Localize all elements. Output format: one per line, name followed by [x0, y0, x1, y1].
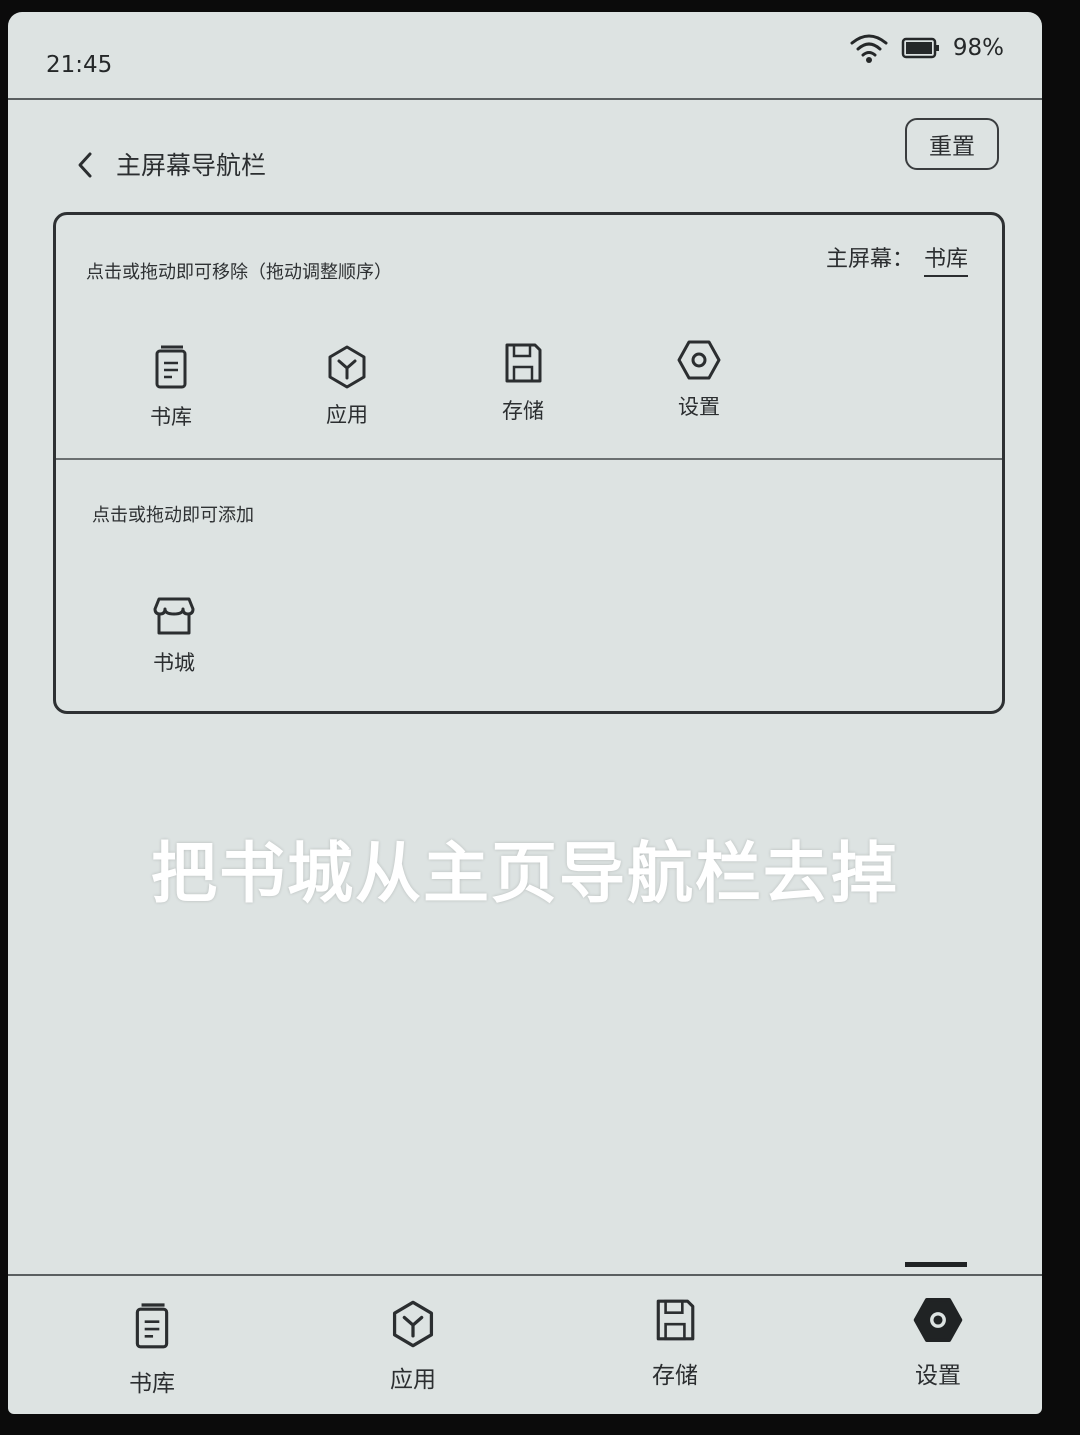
- hex-gear-icon: [677, 340, 721, 380]
- home-screen-label: 主屏幕：: [825, 247, 914, 272]
- current-item-label: 书库: [150, 405, 192, 429]
- status-time: 21:45: [46, 52, 113, 78]
- overlay-caption: 把书城从主页导航栏去掉: [151, 835, 899, 912]
- nav-config-panel: 点击或拖动即可移除（拖动调整顺序） 主屏幕： 书库 书库 应用 存储 设置 点击…: [53, 212, 1005, 714]
- wifi-icon: [850, 34, 888, 63]
- active-tab-indicator: [905, 1262, 967, 1267]
- app-cube-icon: [392, 1300, 434, 1348]
- status-divider: [8, 98, 1042, 100]
- bottom-nav-settings[interactable]: 设置: [878, 1294, 998, 1390]
- bottom-nav-label: 设置: [915, 1363, 961, 1389]
- current-item-app[interactable]: 应用: [292, 343, 402, 429]
- bottom-nav-book[interactable]: 书库: [92, 1302, 212, 1398]
- current-item-storage[interactable]: 存储: [468, 339, 578, 425]
- reset-button[interactable]: 重置: [905, 118, 999, 170]
- bottom-nav-divider: [8, 1274, 1042, 1276]
- app-cube-icon: [328, 345, 366, 389]
- bottom-nav-label: 书库: [129, 1371, 175, 1397]
- floppy-icon: [656, 1299, 695, 1341]
- home-screen-value[interactable]: 书库: [923, 241, 968, 277]
- available-item-store[interactable]: 书城: [119, 593, 229, 677]
- battery-icon: [901, 37, 939, 59]
- current-item-label: 应用: [326, 403, 368, 427]
- remove-hint: 点击或拖动即可移除（拖动调整顺序）: [86, 262, 392, 283]
- bottom-nav-storage[interactable]: 存储: [615, 1294, 735, 1390]
- store-icon: [153, 597, 195, 635]
- bottom-nav-app[interactable]: 应用: [353, 1298, 473, 1394]
- home-screen-setting: 主屏幕： 书库: [826, 241, 968, 277]
- book-icon: [135, 1303, 169, 1349]
- panel-divider: [56, 458, 1002, 460]
- chevron-left-icon[interactable]: [70, 148, 100, 182]
- current-item-label: 存储: [502, 399, 544, 423]
- bottom-nav-label: 存储: [652, 1363, 698, 1389]
- current-item-book[interactable]: 书库: [116, 345, 226, 431]
- page-title: 主屏幕导航栏: [116, 151, 267, 180]
- status-indicators: 98%: [849, 32, 1004, 64]
- available-item-label: 书城: [153, 651, 195, 675]
- current-item-settings[interactable]: 设置: [644, 337, 754, 421]
- current-item-label: 设置: [678, 395, 720, 419]
- device-screen: 21:45 98% 主屏幕导航栏 重置 点击或拖动即可移除（拖动调整顺序） 主屏…: [8, 12, 1042, 1414]
- status-bar: 21:45 98%: [8, 12, 1042, 98]
- book-icon: [155, 345, 187, 389]
- add-hint: 点击或拖动即可添加: [92, 505, 254, 526]
- battery-percent: 98%: [952, 35, 1004, 61]
- floppy-icon: [505, 343, 542, 383]
- hex-gear-icon: [913, 1297, 963, 1343]
- bottom-nav-label: 应用: [390, 1367, 436, 1393]
